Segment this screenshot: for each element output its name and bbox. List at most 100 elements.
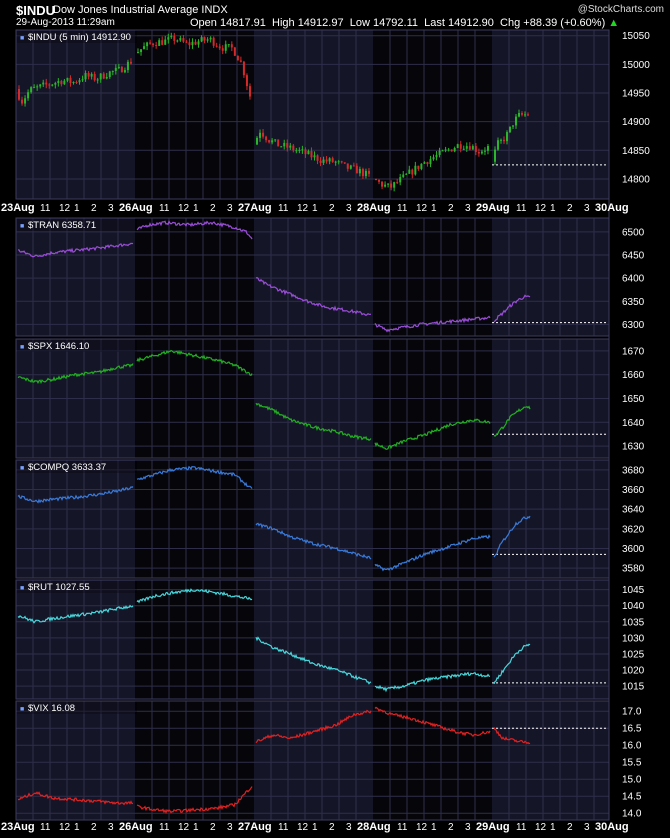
y-tick-label: 6450 [622,251,645,262]
panel-day-band [492,460,609,578]
x-hour-label: 2 [448,203,454,214]
candle-body [197,41,200,45]
candle-body [69,77,72,83]
y-tick-label: 6300 [622,320,645,331]
x-hour-label: 11 [40,822,51,833]
candle-body [51,84,54,86]
candle-body [236,55,239,61]
x-hour-label: 1 [74,203,80,214]
candle-body [477,152,480,154]
candle-body [378,180,381,182]
panel-day-band [16,30,135,199]
candle-body [494,149,496,162]
y-tick-label: 1030 [622,633,645,644]
y-tick-label: 3660 [622,485,645,496]
candle-body [429,159,432,165]
candle-body [105,76,108,79]
y-tick-label: 3680 [622,465,645,476]
y-tick-label: 1660 [622,370,645,381]
candle-body [84,73,87,80]
candle-body [176,40,179,42]
x-hour-label: 12 [178,822,190,833]
candle-body [450,149,453,152]
candle-body [304,149,307,155]
candle-body [426,162,429,165]
candle-body [42,82,45,85]
candle-body [408,169,411,174]
candle-body [200,37,203,42]
y-tick-label: 14950 [622,89,650,100]
candle-body [298,149,301,151]
candle-body [465,146,468,149]
candle-body [191,41,194,46]
candle-body [381,181,384,187]
candle-body [527,114,529,116]
x-hour-label: 12 [416,822,428,833]
candle-body [120,66,123,73]
candle-body [468,146,471,150]
x-hour-label: 3 [584,822,590,833]
candle-body [322,159,325,163]
candle-body [396,182,399,184]
candle-body [90,73,93,77]
series-marker-icon: ■ [20,35,24,42]
x-hour-label: 1 [312,822,318,833]
candle-body [295,150,298,152]
y-tick-label: 3620 [622,524,645,535]
x-hour-label: 3 [108,203,114,214]
candle-body [182,38,185,42]
y-tick-label: 1045 [622,585,645,596]
candle-body [393,182,396,188]
y-tick-label: 6350 [622,297,645,308]
candle-body [319,160,322,163]
candle-body [515,116,517,126]
candle-body [268,140,271,143]
x-hour-label: 3 [346,822,352,833]
candle-body [75,82,78,84]
panel-day-band [373,218,492,336]
candle-body [283,142,286,147]
x-hour-label: 11 [159,822,170,833]
x-hour-label: 11 [516,822,527,833]
candle-body [209,37,212,40]
candle-body [524,114,526,116]
y-tick-label: 15050 [622,31,650,42]
candle-body [93,73,96,81]
stacked-price-chart: 14800 14850 14900 14950 15000 15050 ■ $INDU (5 … [1,29,650,833]
panel-day-band [254,460,373,578]
x-hour-label: 12 [297,822,309,833]
candle-body [259,132,262,138]
x-hour-label: 3 [584,203,590,214]
y-tick-label: 1630 [622,442,645,453]
y-tick-label: 14850 [622,146,650,157]
candle-body [194,41,197,45]
series-marker-icon: ■ [20,706,24,713]
candle-body [27,92,30,99]
candle-body [390,183,393,188]
candle-body [265,136,268,141]
x-hour-label: 2 [329,203,335,214]
candle-body [66,77,69,81]
candle-body [78,80,81,83]
candle-body [367,170,370,174]
candle-body [506,132,508,142]
x-hour-label: 11 [397,203,408,214]
candle-body [313,155,316,158]
x-hour-label: 12 [59,822,71,833]
panel-day-band [492,701,609,820]
series-marker-icon: ■ [20,223,24,230]
candle-body [462,148,465,150]
x-day-label: 28Aug [357,821,391,833]
candle-body [471,146,474,150]
candle-body [152,43,155,45]
panel-day-band [373,30,492,199]
candle-body [230,44,233,48]
y-tick-label: 15000 [622,60,650,71]
panel-day-band [373,460,492,578]
candle-body [435,154,438,158]
candle-body [114,67,117,72]
candle-body [161,40,164,45]
candle-body [63,80,66,85]
panel-day-band [16,218,135,336]
candle-body [212,37,215,46]
